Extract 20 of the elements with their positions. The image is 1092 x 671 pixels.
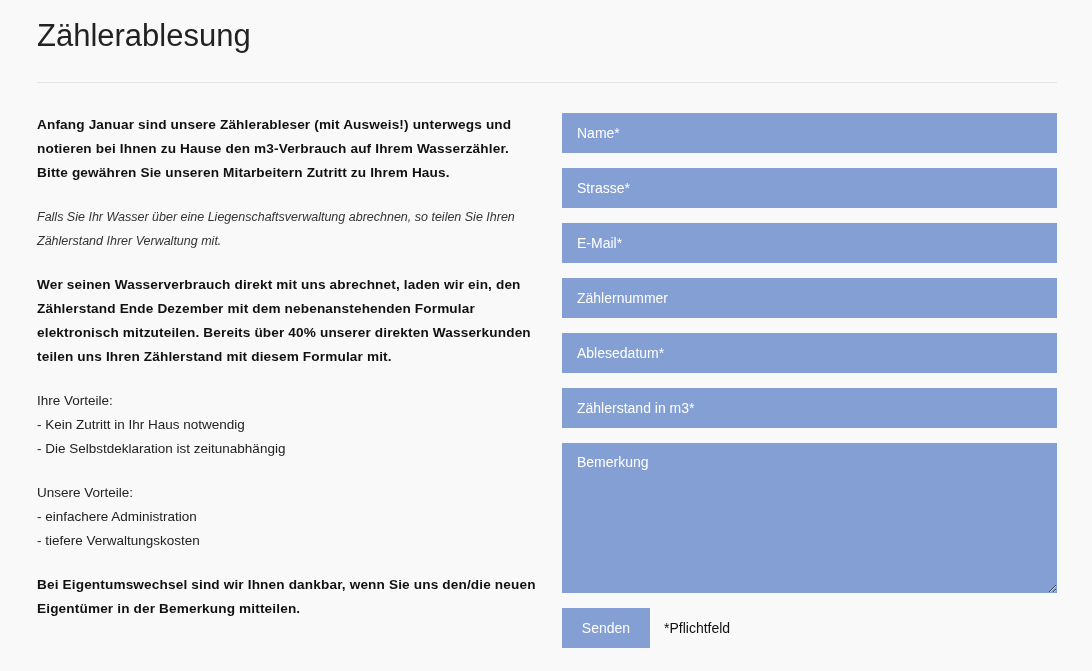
input-field[interactable]: Name* [562, 113, 1057, 153]
list-heading: Unsere Vorteile: [37, 484, 135, 502]
input-field[interactable]: Ablesedatum* [562, 333, 1057, 373]
required-note: *Pflichtfeld [664, 620, 731, 636]
list-item: - Kein Zutritt in Ihr Haus notwendig [37, 416, 246, 434]
input-field[interactable]: E-Mail* [562, 223, 1057, 263]
input-field[interactable]: Zählerstand in m3* [562, 388, 1057, 428]
paragraph: Falls Sie Ihr Wasser über eine Liegenschaftsverwaltung abrechnen, so teilen Sie Ihren Zählerstand Ihrer Verwaltung mit. [37, 209, 516, 250]
input-field[interactable]: Zählernummer [562, 278, 1057, 318]
paragraph: Anfang Januar sind unsere Zählerableser (mit Ausweis!) unterwegs und notieren bei Ihnen zu Hause den m3-Verbrauch auf Ihrem Wasserzähler. Bitte gewähren Sie unseren Mitarbeitern Zutritt zu Ihrem Haus. [37, 116, 513, 182]
page-title: Zählerablesung [37, 17, 252, 55]
comment-field[interactable]: Bemerkung [562, 443, 1057, 593]
submit-button[interactable]: Senden [562, 608, 650, 648]
list-heading: Ihre Vorteile: [37, 392, 114, 410]
list-item: - Die Selbstdeklaration ist zeitunabhängig [37, 440, 287, 458]
list-item: - tiefere Verwaltungskosten [37, 532, 201, 550]
paragraph: Wer seinen Wasserverbrauch direkt mit uns abrechnet, laden wir ein, den Zählerstand Ende Dezember mit dem nebenanstehenden Formular elektronisch mitzuteilen. Bereits über 40% unserer direkten Wasserkunden teilen uns Ihren Zählerstand mit diesem Formular mit. [37, 276, 532, 366]
input-field[interactable]: Strasse* [562, 168, 1057, 208]
paragraph: Bei Eigentumswechsel sind wir Ihnen dankbar, wenn Sie uns den/die neuen Eigentümer in der Bemerkung mitteilen. [37, 576, 537, 618]
list-item: - einfachere Administration [37, 508, 198, 526]
